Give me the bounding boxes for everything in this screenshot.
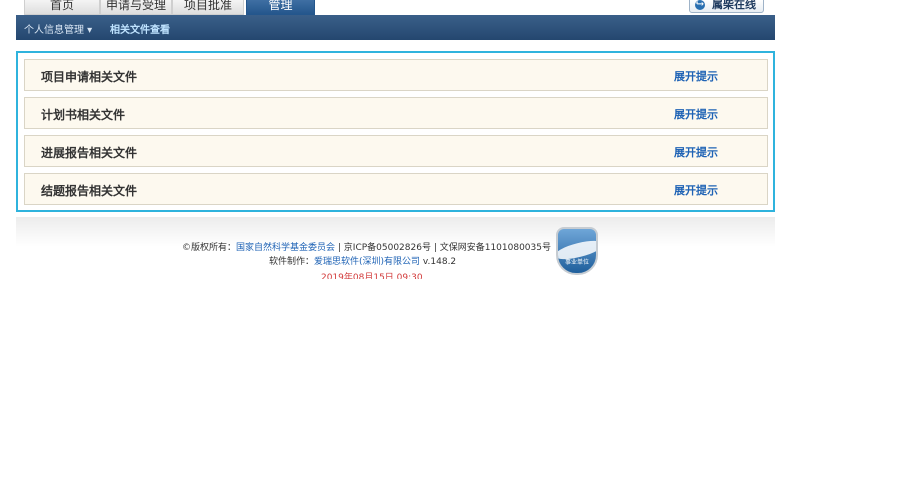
section-title: 结题报告相关文件 bbox=[41, 184, 138, 198]
expand-hint-link[interactable]: 展开提示 bbox=[674, 106, 718, 122]
tab-management[interactable]: 管理 bbox=[246, 0, 315, 15]
related-files-link[interactable]: 相关文件查看 bbox=[110, 21, 170, 36]
personal-info-menu[interactable]: 个人信息管理 ▾ bbox=[24, 21, 92, 36]
copyright-line: ©版权所有：国家自然科学基金委员会 | 京ICP备05002826号 | 文保网… bbox=[182, 240, 551, 253]
version-text: v.148.2 bbox=[420, 257, 457, 267]
expand-hint-link[interactable]: 展开提示 bbox=[674, 182, 718, 198]
top-nav-bar: 首页 申请与受理 项目批准 管理 ↪ 属柴在线 bbox=[0, 0, 775, 15]
arrow-circle-icon: ↪ bbox=[695, 0, 705, 10]
badge-text: 事业单位 bbox=[564, 259, 589, 266]
section-row-plan: 计划书相关文件 展开提示 bbox=[24, 97, 768, 129]
nsfc-link[interactable]: 国家自然科学基金委员会 bbox=[236, 243, 335, 253]
footer: ©版权所有：国家自然科学基金委员会 | 京ICP备05002826号 | 文保网… bbox=[16, 217, 775, 279]
software-prefix: 软件制作： bbox=[269, 257, 315, 267]
public-institution-badge[interactable]: 事业单位 bbox=[556, 227, 598, 275]
section-row-application: 项目申请相关文件 展开提示 bbox=[24, 59, 768, 91]
sub-nav-bar: 个人信息管理 ▾ 相关文件查看 bbox=[16, 15, 775, 40]
section-title: 进展报告相关文件 bbox=[41, 146, 138, 160]
tab-home-label: 首页 bbox=[49, 0, 74, 12]
logout-label: 属柴在线 bbox=[712, 0, 756, 11]
logout-button[interactable]: ↪ 属柴在线 bbox=[689, 0, 764, 13]
tab-application-label: 申请与受理 bbox=[105, 0, 166, 12]
icp-text: | 京ICP备05002826号 | 文保网安备1101080035号 bbox=[335, 243, 551, 253]
section-title: 计划书相关文件 bbox=[41, 108, 126, 122]
tab-approval-label: 项目批准 bbox=[183, 0, 232, 12]
tab-approval[interactable]: 项目批准 bbox=[172, 0, 244, 15]
timestamp: 2019年08月15日 09:30 bbox=[321, 273, 423, 279]
software-line: 软件制作：爱瑞思软件(深圳)有限公司 v.148.2 bbox=[269, 254, 456, 267]
section-title: 项目申请相关文件 bbox=[41, 70, 138, 84]
copyright-prefix: ©版权所有： bbox=[182, 243, 237, 253]
expand-hint-link[interactable]: 展开提示 bbox=[674, 68, 718, 84]
section-row-progress: 进展报告相关文件 展开提示 bbox=[24, 135, 768, 167]
expand-hint-link[interactable]: 展开提示 bbox=[674, 144, 718, 160]
files-panel: 项目申请相关文件 展开提示 计划书相关文件 展开提示 进展报告相关文件 展开提示… bbox=[16, 51, 775, 212]
tab-management-label: 管理 bbox=[268, 0, 293, 12]
section-row-final: 结题报告相关文件 展开提示 bbox=[24, 173, 768, 205]
tab-home[interactable]: 首页 bbox=[24, 0, 100, 15]
tab-application[interactable]: 申请与受理 bbox=[100, 0, 172, 15]
software-company-link[interactable]: 爱瑞思软件(深圳)有限公司 bbox=[314, 257, 420, 267]
